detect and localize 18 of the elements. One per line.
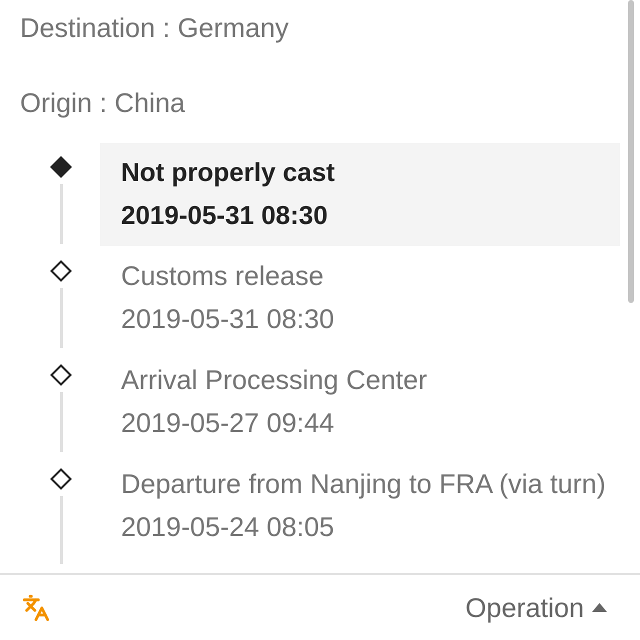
event-title: Not properly cast — [121, 156, 335, 189]
event-title: Arrival Processing Center — [121, 364, 428, 397]
translate-icon[interactable] — [22, 594, 50, 622]
operation-button[interactable]: Operation — [465, 590, 607, 624]
origin-text: Origin : China — [20, 87, 186, 120]
timeline-entry[interactable]: Departure from Nanjing to FRA (via turn) 2019-05-24 08:05 — [100, 455, 620, 558]
event-title: Customs release — [121, 260, 324, 293]
scrollbar-thumb[interactable] — [628, 0, 634, 303]
destination-text: Destination : Germany — [20, 12, 289, 45]
event-time: 2019-05-27 09:44 — [121, 407, 334, 440]
event-time: 2019-05-24 08:05 — [121, 511, 334, 544]
event-time: 2019-05-31 08:30 — [121, 199, 328, 232]
timeline-entry[interactable]: Arrival Processing Center 2019-05-27 09:44 — [100, 351, 620, 454]
event-time: 2019-05-31 08:30 — [121, 303, 334, 336]
event-title: Departure from Nanjing to FRA (via turn) — [121, 468, 606, 501]
timeline-entry[interactable]: Customs release 2019-05-31 08:30 — [100, 247, 620, 350]
caret-up-icon — [592, 603, 607, 612]
timeline-entry[interactable]: Not properly cast 2019-05-31 08:30 — [100, 143, 620, 246]
